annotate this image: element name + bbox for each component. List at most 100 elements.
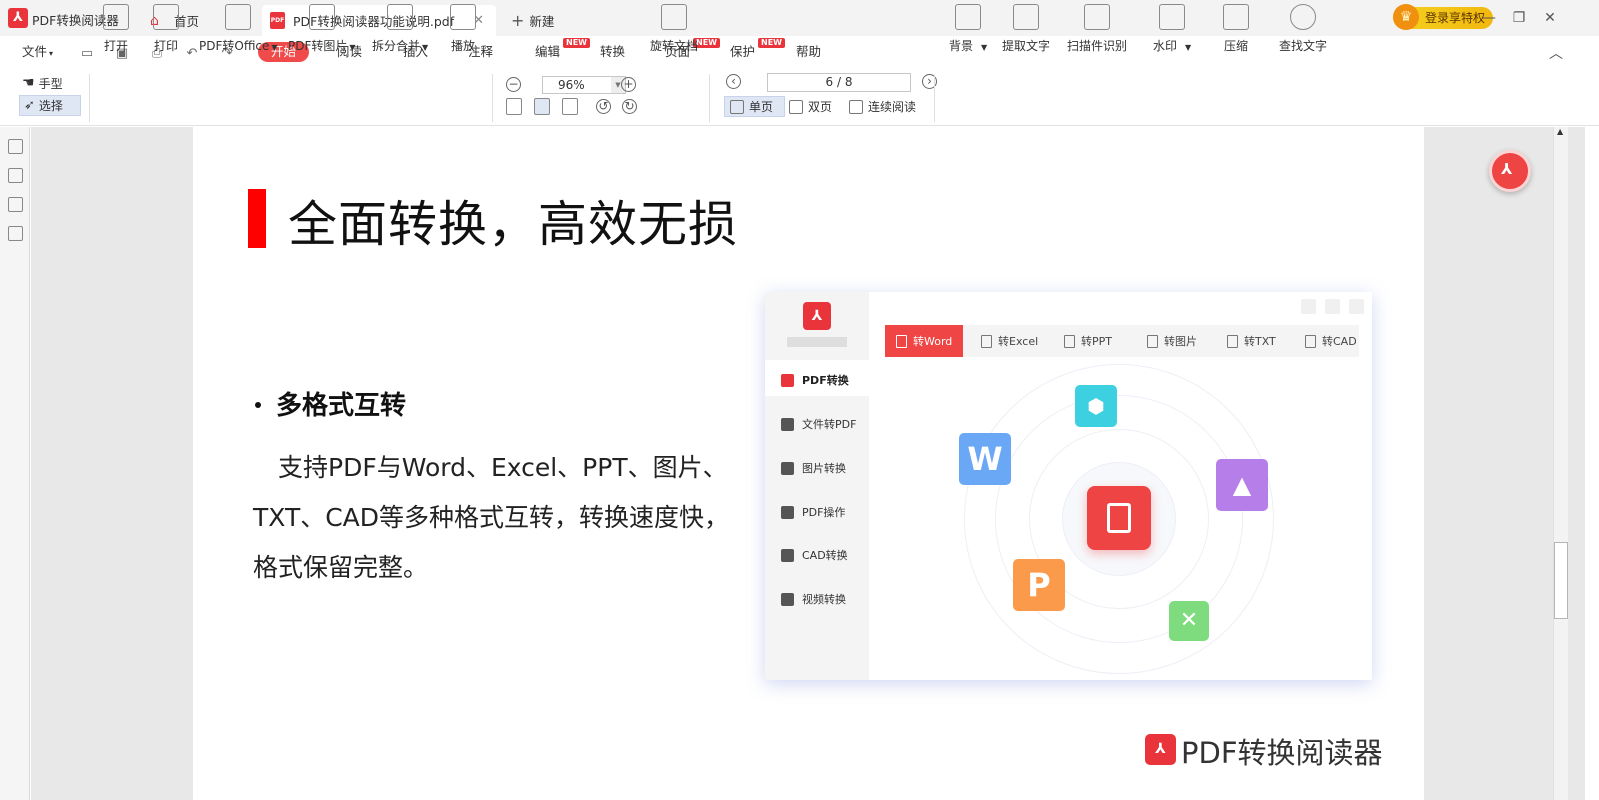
vertical-scrollbar[interactable]: ▲ <box>1553 127 1568 800</box>
preview-tab-bar: 转Word 转Excel 转PPT 转图片 转TXT 转CAD <box>885 325 1359 357</box>
menu-convert[interactable]: 转换 <box>600 42 625 62</box>
extract-text-button[interactable]: 提取文字 <box>1002 4 1050 54</box>
footer-brand-text: PDF转换阅读器 <box>1181 736 1383 770</box>
scan-ocr-label: 扫描件识别 <box>1067 39 1128 53</box>
convert-hub-icon <box>1087 486 1151 550</box>
image-convert-icon <box>781 461 794 475</box>
preview-sidebar-label: 文件转PDF <box>802 418 857 431</box>
tab-new[interactable]: + 新建 <box>511 5 581 36</box>
previous-page-icon[interactable]: ‹ <box>726 74 741 89</box>
crown-icon: ♛ <box>1393 4 1419 30</box>
word-icon <box>896 334 907 348</box>
restore-icon[interactable]: ❐ <box>1510 9 1528 27</box>
cad-convert-icon <box>781 548 794 562</box>
watermark-icon <box>1159 4 1186 30</box>
excel-tile-icon: ✕ <box>1169 601 1209 641</box>
actual-size-icon[interactable] <box>506 98 522 115</box>
double-page-label: 双页 <box>808 100 833 114</box>
preview-sidebar-item: 文件转PDF <box>781 416 856 432</box>
extract-text-label: 提取文字 <box>1002 39 1051 53</box>
open-folder-icon[interactable]: ▭ <box>79 47 95 61</box>
preview-tab: 转图片 <box>1147 325 1197 357</box>
open-button[interactable]: 打开 <box>103 4 129 54</box>
dropdown-arrow-icon: ▼ <box>981 43 988 52</box>
pdf-to-image-button[interactable]: PDF转图片 ▼ <box>288 4 356 54</box>
play-button[interactable]: 播放 <box>450 4 476 54</box>
open-file-icon <box>103 4 129 30</box>
zoom-input[interactable]: 96% ▼ <box>542 76 626 94</box>
preview-logo-icon: ⅄ <box>803 302 831 330</box>
scroll-up-arrow-icon[interactable]: ▲ <box>1557 127 1563 136</box>
preview-minimize-icon <box>1301 299 1316 314</box>
floating-assistant-button[interactable]: ⅄ <box>1489 150 1531 192</box>
preview-tab-label: 转图片 <box>1164 335 1197 348</box>
fit-width-icon[interactable] <box>562 98 578 115</box>
cad-icon <box>1305 334 1316 348</box>
menu-help[interactable]: 帮助 <box>796 42 821 62</box>
dropdown-arrow-icon: ▼ <box>349 43 356 52</box>
pdf-page: 全面转换，高效无损 多格式互转 支持PDF与Word、Excel、PPT、图片、… <box>193 127 1424 800</box>
menu-file[interactable]: 文件 ▾ <box>22 42 53 62</box>
open-label: 打开 <box>103 39 128 53</box>
pdf-to-office-button[interactable]: PDF转Office ▼ <box>199 4 278 54</box>
undo-icon[interactable]: ↶ <box>184 47 200 61</box>
preview-tab: 转Word <box>885 325 964 357</box>
double-page-icon <box>789 99 803 114</box>
rotate-right-icon[interactable]: ↻ <box>622 99 637 114</box>
document-icon <box>1107 503 1131 533</box>
preview-sidebar-item: 图片转换 <box>781 460 846 476</box>
preview-sidebar-label: CAD转换 <box>802 549 848 562</box>
split-merge-button[interactable]: 拆分合并 ▼ <box>372 4 428 54</box>
single-page-button[interactable]: 单页 <box>724 96 785 117</box>
comments-icon[interactable] <box>8 197 23 212</box>
hand-tool[interactable]: ☚ 手型 <box>22 74 63 92</box>
print-label: 打印 <box>153 39 178 53</box>
compress-button[interactable]: 压缩 <box>1223 4 1249 54</box>
scan-ocr-button[interactable]: 扫描件识别 <box>1067 4 1127 54</box>
footer-brand-logo-icon: ⅄ <box>1145 734 1176 765</box>
scroll-thumb[interactable] <box>1554 542 1568 619</box>
menu-edit[interactable]: 编辑 NEW <box>535 38 590 62</box>
dropdown-arrow-icon: ▼ <box>422 43 429 52</box>
find-text-button[interactable]: 查找文字 <box>1279 4 1327 54</box>
select-tool[interactable]: ➶ 选择 <box>19 95 81 116</box>
printer-icon <box>153 4 179 30</box>
bookmark-icon[interactable] <box>8 139 23 154</box>
background-button[interactable]: 背景 ▼ <box>949 4 987 54</box>
watermark-button[interactable]: 水印 ▼ <box>1153 4 1191 54</box>
menu-file-label: 文件 <box>22 44 48 59</box>
collapse-ribbon-icon[interactable]: ︿ <box>1549 43 1563 63</box>
double-page-button[interactable]: 双页 <box>789 97 832 116</box>
rotate-left-icon[interactable]: ↺ <box>596 99 611 114</box>
preview-tab-label: 转TXT <box>1244 335 1276 348</box>
close-window-icon[interactable]: ✕ <box>1541 9 1559 27</box>
video-convert-icon <box>781 592 794 606</box>
rotate-document-icon <box>661 4 687 30</box>
print-button[interactable]: 打印 <box>153 4 179 54</box>
thumbnails-icon[interactable] <box>8 168 23 183</box>
cad-cube-icon: ⬢ <box>1075 385 1117 427</box>
zoom-out-icon[interactable]: − <box>506 77 521 92</box>
page-number-input[interactable]: 6 / 8 <box>767 73 911 92</box>
menu-protect[interactable]: 保护 NEW <box>730 38 785 62</box>
continuous-read-label: 连续阅读 <box>868 100 917 114</box>
preview-sidebar-label: PDF操作 <box>802 506 846 519</box>
body-paragraph: 支持PDF与Word、Excel、PPT、图片、TXT、CAD等多种格式互转，转… <box>253 453 730 582</box>
rotate-document-button[interactable]: 旋转文档 <box>650 4 698 54</box>
preview-tab: 转CAD <box>1305 325 1357 357</box>
hand-icon: ☚ <box>22 75 35 91</box>
app-logo-icon: ⅄ <box>8 8 28 28</box>
plus-icon: + <box>511 11 525 30</box>
search-panel-icon[interactable] <box>8 226 23 241</box>
file-to-pdf-icon <box>781 417 794 431</box>
fit-page-icon[interactable] <box>534 98 550 115</box>
zoom-value: 96% <box>558 78 585 92</box>
single-page-label: 单页 <box>749 100 774 114</box>
ribbon-separator <box>934 74 935 122</box>
minimize-icon[interactable]: — <box>1480 9 1498 27</box>
continuous-read-button[interactable]: 连续阅读 <box>849 97 916 116</box>
scan-ocr-icon <box>1084 4 1110 30</box>
preview-sidebar-label: 视频转换 <box>802 593 846 606</box>
preview-sidebar-item: CAD转换 <box>781 547 848 563</box>
zoom-in-icon[interactable]: + <box>621 77 636 92</box>
